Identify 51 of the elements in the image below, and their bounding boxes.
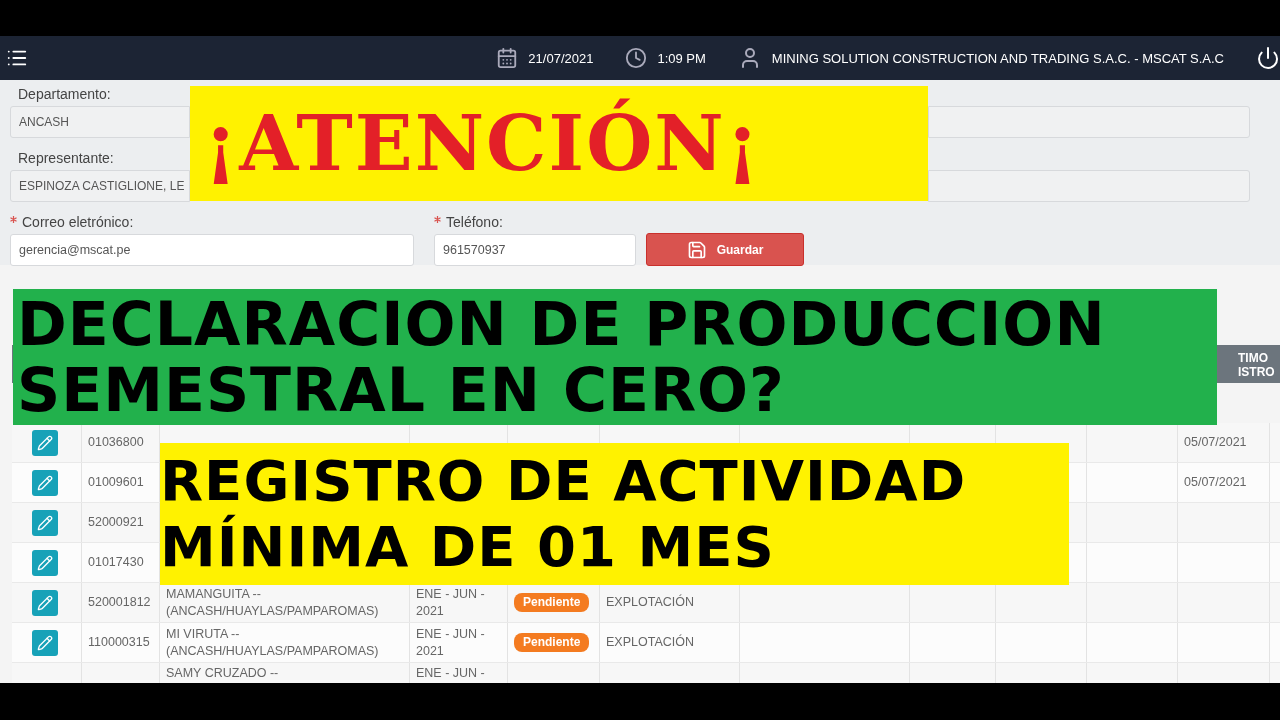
edit-button[interactable] <box>32 429 58 456</box>
table-cell: 01009601 <box>88 474 144 491</box>
banner-heading: DECLARACION DE PRODUCCION <box>17 291 1107 357</box>
table-cell: 52000921 <box>88 514 144 531</box>
save-button[interactable]: Guardar <box>646 233 804 266</box>
date-text: 21/07/2021 <box>528 50 594 66</box>
pencil-icon <box>37 634 53 651</box>
status-badge: Pendiente <box>514 593 590 612</box>
edit-button[interactable] <box>32 589 58 616</box>
table-cell: 01017430 <box>88 554 144 571</box>
field-label: Representante: <box>18 150 115 167</box>
input-field[interactable]: 961570937 <box>434 234 636 266</box>
table-cell-text: MI VIRUTA -- (ANCASH/HUAYLAS/PAMPAROMAS) <box>166 625 380 660</box>
pencil-icon <box>37 474 53 491</box>
pencil-icon <box>37 594 53 611</box>
table-cell-text: ENE - JUN - 2021 <box>416 625 486 660</box>
banner-heading: MÍNIMA DE 01 MES <box>160 514 776 580</box>
column-header: TIMO ISTRO <box>1238 350 1276 381</box>
table-cell: ENE - JUN - <box>416 665 485 682</box>
table-cell: 520001812 <box>88 594 151 611</box>
pencil-icon <box>37 434 53 451</box>
field-label: Departamento: <box>18 86 112 103</box>
input-field[interactable]: gerencia@mscat.pe <box>10 234 414 266</box>
banner-heading: REGISTRO DE ACTIVIDAD <box>160 448 968 514</box>
table-cell-text: ENE - JUN - 2021 <box>416 585 486 620</box>
edit-button[interactable] <box>32 469 58 496</box>
table-cell: 05/07/2021 <box>1184 474 1247 491</box>
power-icon[interactable] <box>1256 46 1280 70</box>
time-text: 1:09 PM <box>657 50 706 66</box>
clock-icon <box>625 47 648 69</box>
table-cell: 05/07/2021 <box>1184 434 1247 451</box>
table-cell: 110000315 <box>88 634 150 651</box>
status-badge: Pendiente <box>514 633 590 652</box>
banner-heading: ¡ATENCIÓN¡ <box>204 98 763 189</box>
field-label: Correo eletrónico: <box>22 214 134 230</box>
input-field[interactable]: ANCASH <box>10 106 190 138</box>
pencil-icon <box>37 514 53 531</box>
banner-heading: SEMESTRAL EN CERO? <box>17 357 786 423</box>
field-label: Teléfono: <box>446 214 503 230</box>
table-cell: SAMY CRUZADO -- <box>166 665 279 682</box>
pencil-icon <box>37 554 53 571</box>
input-field[interactable]: ESPINOZA CASTIGLIONE, LE <box>10 170 190 202</box>
company-name: MINING SOLUTION CONSTRUCTION AND TRADING S.A.C. - MSCAT S.A.C <box>771 50 1224 66</box>
table-cell: 01036800 <box>88 434 144 451</box>
edit-button[interactable] <box>32 549 58 576</box>
edit-button[interactable] <box>32 629 58 656</box>
calendar-icon <box>496 47 519 69</box>
table-cell: EXPLOTACIÓN <box>606 594 694 611</box>
table-cell: EXPLOTACIÓN <box>606 634 694 651</box>
table-cell-text: MAMANGUITA -- (ANCASH/HUAYLAS/PAMPAROMAS) <box>166 585 380 620</box>
edit-button[interactable] <box>32 509 58 536</box>
